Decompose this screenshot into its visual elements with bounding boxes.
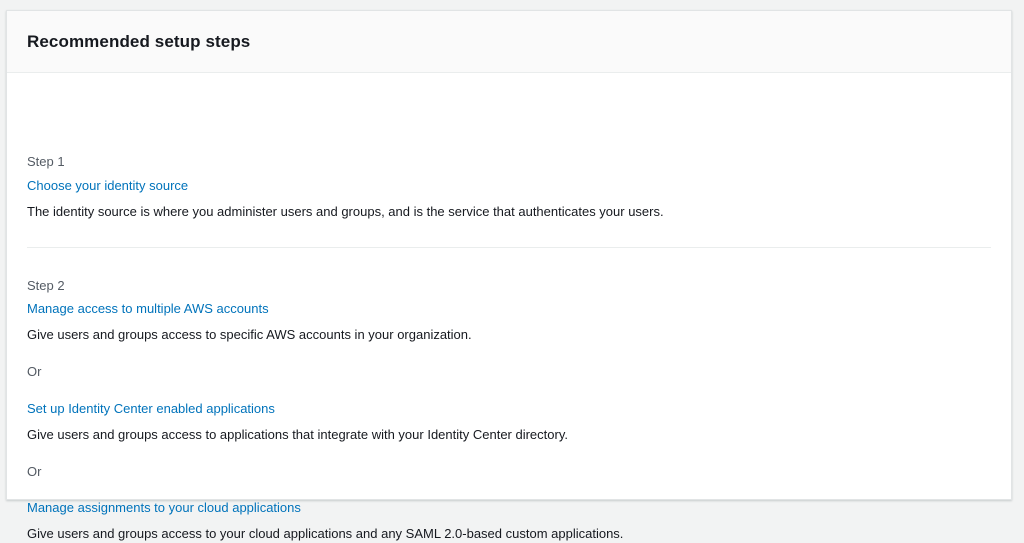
step-1-description: The identity source is where you adminis… bbox=[27, 204, 664, 219]
cloud-app-assignments-link[interactable]: Manage assignments to your cloud applica… bbox=[27, 499, 301, 517]
cloud-app-assignments-description: Give users and groups access to your clo… bbox=[27, 526, 624, 541]
manage-accounts-description: Give users and groups access to specific… bbox=[27, 327, 472, 342]
choose-identity-source-link[interactable]: Choose your identity source bbox=[27, 177, 188, 195]
step-2-label: Step 2 bbox=[27, 278, 65, 293]
setup-steps-panel: Recommended setup steps Step 1 Choose yo… bbox=[6, 10, 1012, 541]
panel-title: Recommended setup steps bbox=[27, 31, 251, 51]
panel-header: Recommended setup steps bbox=[7, 11, 1011, 73]
identity-center-apps-description: Give users and groups access to applicat… bbox=[27, 427, 568, 442]
step-1-label: Step 1 bbox=[27, 154, 65, 169]
identity-center-apps-link[interactable]: Set up Identity Center enabled applicati… bbox=[27, 400, 275, 418]
manage-multiple-accounts-link[interactable]: Manage access to multiple AWS accounts bbox=[27, 300, 269, 318]
step-divider bbox=[27, 247, 991, 248]
or-separator: Or bbox=[27, 464, 42, 479]
or-separator: Or bbox=[27, 364, 42, 379]
